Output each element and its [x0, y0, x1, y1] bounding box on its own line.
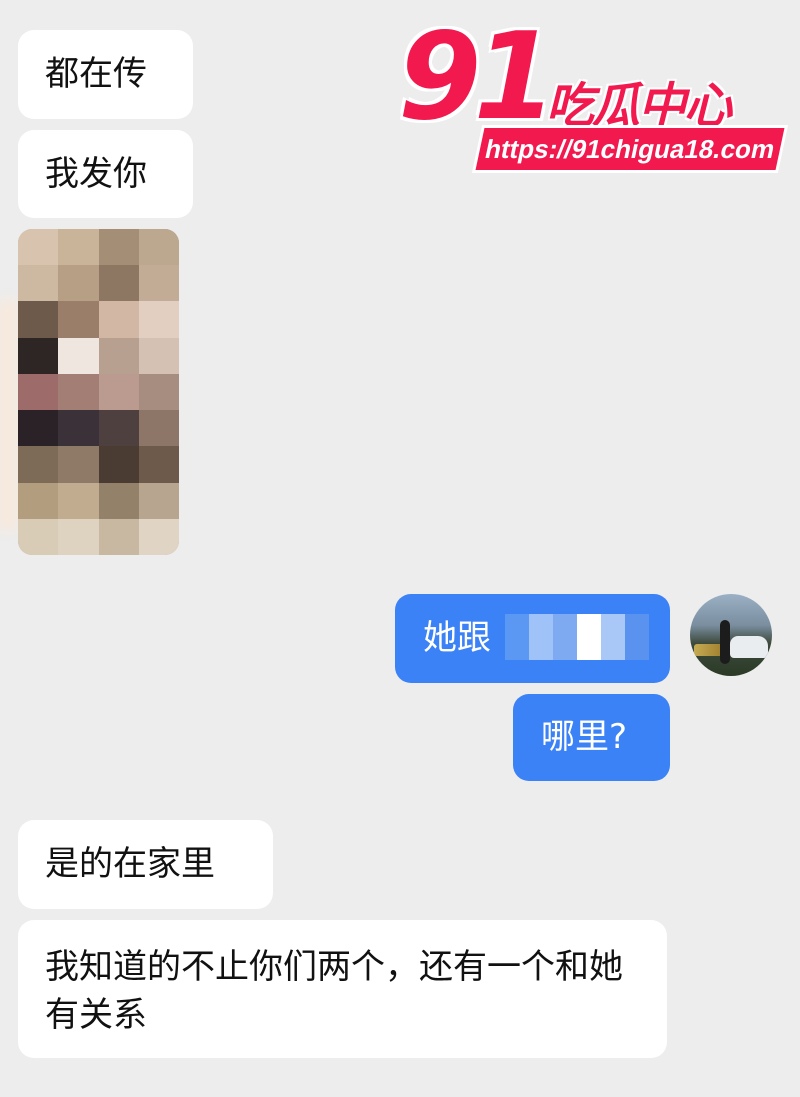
mosaic-cell [18, 518, 59, 555]
mosaic-cell [138, 373, 179, 411]
mosaic-cell [138, 410, 179, 447]
mosaic-cell [18, 410, 59, 447]
message-text: 她跟 [423, 618, 491, 658]
mosaic-cell [98, 446, 139, 483]
mosaic-cell [18, 337, 59, 374]
censored-text-mosaic [505, 614, 649, 660]
image-message-pixelated-photo[interactable] [18, 229, 179, 555]
mosaic-cell [98, 265, 139, 302]
message-outgoing[interactable]: 哪里? [513, 694, 670, 781]
mosaic-cell [18, 265, 59, 302]
mosaic-cell [138, 518, 179, 555]
message-incoming[interactable]: 都在传 [18, 30, 193, 119]
mosaic-cell [18, 301, 59, 338]
user-avatar[interactable] [690, 594, 772, 676]
mosaic-cell [98, 301, 139, 338]
mosaic-cell [58, 482, 99, 519]
mosaic-cell [138, 301, 179, 338]
message-text: 哪里? [541, 717, 628, 757]
mosaic-cell [138, 482, 179, 519]
watermark-url: https://91chigua18.com [475, 128, 785, 170]
message-incoming[interactable]: 我发你 [18, 130, 193, 218]
mosaic-cell [18, 446, 59, 483]
mosaic-cell [138, 229, 179, 266]
message-text: 是的在家里 [45, 844, 215, 884]
mosaic-cell [98, 410, 139, 447]
mosaic-cell [58, 301, 99, 338]
mosaic-cell [58, 518, 99, 555]
watermark-logo: 91 吃瓜中心 https://91chigua18.com [398, 8, 785, 172]
mosaic-cell [18, 373, 59, 411]
mosaic-cell [98, 373, 139, 411]
mosaic-cell [138, 446, 179, 483]
mosaic-cell [58, 373, 99, 411]
mosaic-cell [18, 229, 59, 266]
mosaic-cell [98, 337, 139, 374]
mosaic-cell [58, 410, 99, 447]
watermark-name: 吃瓜中心 [546, 78, 732, 134]
message-text: 都在传 [45, 54, 147, 94]
mosaic-cell [98, 482, 139, 519]
message-text: 我发你 [45, 154, 147, 194]
message-incoming[interactable]: 我知道的不止你们两个，还有一个和她有关系 [18, 920, 667, 1058]
mosaic-cell [58, 265, 99, 302]
mosaic-cell [58, 229, 99, 266]
mosaic-cell [98, 229, 139, 266]
message-incoming[interactable]: 是的在家里 [18, 820, 273, 909]
mosaic-cell [98, 518, 139, 555]
mosaic-cell [18, 482, 59, 519]
message-outgoing[interactable]: 她跟 [395, 594, 670, 683]
mosaic-cell [58, 446, 99, 483]
watermark-number: 91 [398, 8, 557, 147]
message-text: 我知道的不止你们两个，还有一个和她有关系 [45, 947, 623, 1035]
mosaic-cell [138, 265, 179, 302]
mosaic-cell [58, 337, 99, 374]
mosaic-cell [138, 337, 179, 374]
